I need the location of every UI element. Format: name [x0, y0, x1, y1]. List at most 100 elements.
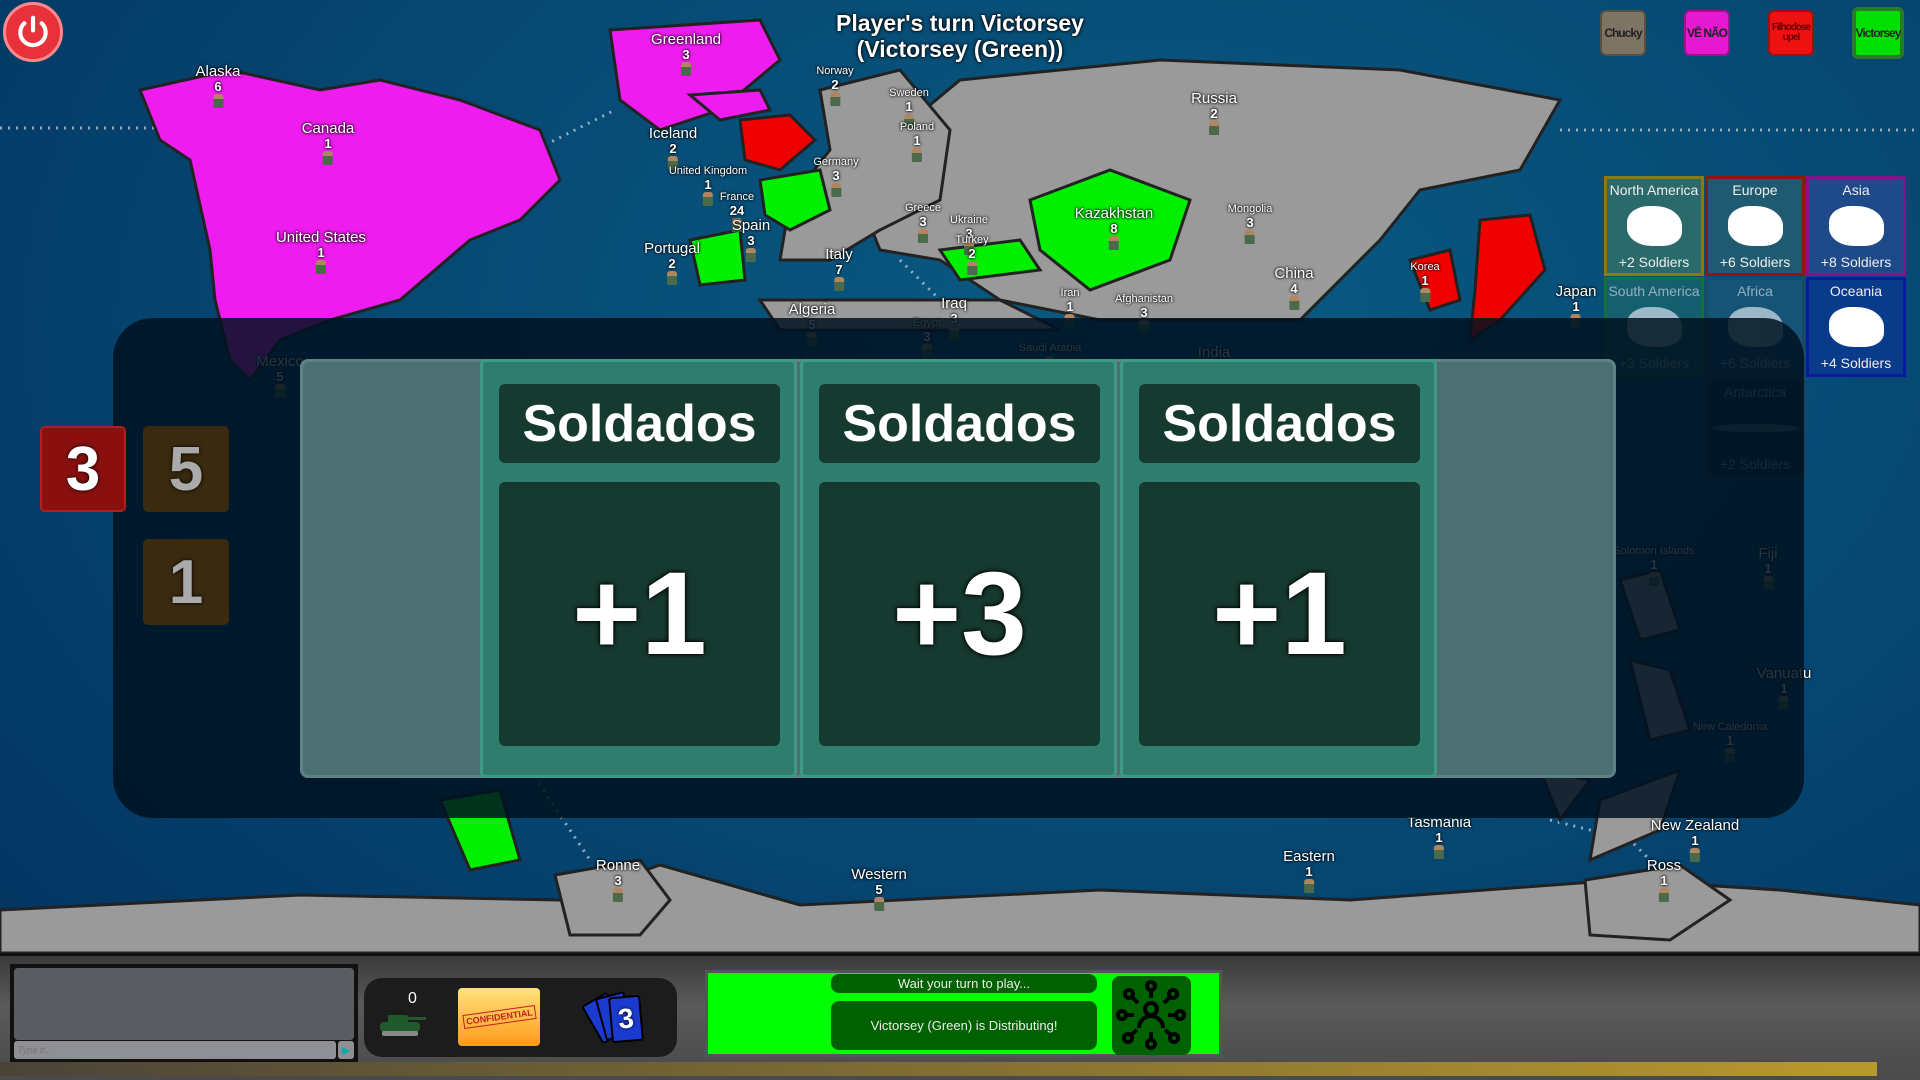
territory[interactable]: Italy 7 [825, 246, 853, 292]
territory[interactable]: Canada 1 [301, 120, 355, 166]
territory[interactable]: China 4 [1274, 265, 1314, 311]
territory-name: Italy [825, 246, 853, 263]
soldier-icon [1108, 236, 1119, 251]
player-button[interactable]: VÊ NÃO [1684, 10, 1730, 56]
territory[interactable]: Portugal 2 [644, 240, 700, 286]
network-button[interactable] [1112, 976, 1191, 1055]
territory[interactable]: Germany 3 [813, 156, 859, 198]
continent-bonus: +8 Soldiers [1820, 254, 1892, 270]
territory-name: Portugal [644, 240, 700, 257]
troop-count: 2 [669, 140, 677, 156]
card-value: +1 [499, 482, 780, 746]
status-panel: Wait your turn to play... Victorsey (Gre… [705, 970, 1222, 1057]
territory[interactable]: Eastern 1 [1283, 848, 1335, 894]
power-icon [18, 15, 48, 48]
troop-count: 3 [747, 232, 755, 248]
territory-name: Western [851, 866, 907, 883]
player-button-active[interactable]: Victorsey [1852, 7, 1904, 59]
soldier-icon [1208, 121, 1219, 136]
territory-name: Greece [904, 202, 942, 214]
soldier-icon [1419, 288, 1430, 303]
status-wait: Wait your turn to play... [831, 974, 1097, 993]
troop-count: 2 [668, 255, 676, 271]
territory-name: Kazakhstan [1074, 205, 1154, 222]
territory-name: Greenland [650, 31, 722, 48]
soldier-icon [703, 192, 713, 207]
territory[interactable]: Greece 3 [904, 202, 942, 244]
cards-icon[interactable]: 3 [581, 990, 646, 1048]
soldier-icon [213, 94, 223, 109]
continent-card: Oceania +4 Soldiers [1806, 277, 1906, 377]
territory-name: Ronne [595, 857, 641, 874]
continent-name: South America [1608, 283, 1700, 299]
card-value: +1 [1139, 482, 1420, 746]
territory[interactable]: Mongolia 3 [1228, 203, 1272, 245]
tank-count: 0 [408, 990, 417, 1007]
territory[interactable]: Alaska 6 [195, 64, 241, 109]
territory[interactable]: Russia 2 [1191, 91, 1237, 136]
troop-count: 3 [919, 213, 927, 229]
soldier-icon [1659, 888, 1669, 903]
territory-name: Algeria [788, 301, 836, 318]
troop-count: 1 [913, 132, 921, 148]
territory[interactable]: Spain 3 [732, 218, 770, 263]
continent-bonus: +4 Soldiers [1820, 355, 1892, 371]
territory[interactable]: United States 1 [276, 230, 366, 275]
send-button[interactable]: ▶ [338, 1041, 354, 1059]
soldier-icon [1244, 230, 1255, 245]
card-label: Soldados [499, 384, 780, 463]
territory-name: France [719, 191, 755, 203]
soldier-icon [833, 277, 844, 292]
territory[interactable]: Norway 2 [816, 65, 854, 107]
soldier-card[interactable]: Soldados +1 [480, 359, 797, 778]
territory[interactable]: New Zealand 1 [1651, 818, 1739, 863]
troop-count: 1 [1305, 863, 1313, 879]
soldier-card[interactable]: Soldados +1 [1120, 359, 1437, 778]
tank-icon[interactable] [378, 1008, 428, 1038]
inventory-tray: 0 CONFIDENTIAL 3 [364, 978, 677, 1057]
power-button[interactable] [3, 2, 63, 62]
soldier-card[interactable]: Soldados +3 [800, 359, 1117, 778]
troop-count: 1 [1435, 829, 1443, 845]
troop-count: 1 [704, 176, 712, 192]
territory-name: Eastern [1283, 848, 1335, 865]
territory-name: China [1274, 265, 1314, 282]
territory[interactable]: Korea 1 [1410, 261, 1440, 303]
troop-count: 2 [831, 76, 839, 92]
troop-count: 1 [324, 135, 332, 151]
territory[interactable]: Ronne 3 [595, 857, 641, 903]
soldier-icon [1689, 848, 1700, 863]
territory-name: Poland [899, 121, 935, 133]
territory[interactable]: Turkey 2 [955, 234, 989, 276]
turn-timer-bar [0, 1062, 1877, 1076]
die: 3 [40, 426, 126, 512]
territory[interactable]: Kazakhstan 8 [1074, 205, 1154, 251]
territory[interactable]: Iceland 2 [649, 126, 697, 171]
troop-count: 1 [1572, 298, 1580, 314]
continent-map-icon [1727, 206, 1783, 246]
troop-count: 2 [968, 245, 976, 261]
player-button[interactable]: Chucky [1600, 10, 1646, 56]
territory[interactable]: Poland 1 [899, 121, 935, 163]
continent-name: Europe [1732, 182, 1778, 198]
chat-input[interactable] [14, 1041, 336, 1059]
card-label: Soldados [1139, 384, 1420, 463]
territory[interactable]: Greenland 3 [650, 31, 722, 77]
soldier-icon [322, 151, 333, 166]
territory[interactable]: Ross 1 [1647, 858, 1681, 903]
folder-icon[interactable]: CONFIDENTIAL [458, 988, 540, 1046]
die: 5 [143, 426, 229, 512]
territory-name: United Kingdom [668, 165, 748, 177]
soldier-icon [1288, 296, 1299, 311]
continent-card: Europe +6 Soldiers [1705, 176, 1805, 276]
soldier-icon [667, 271, 677, 286]
territory-name: Canada [301, 120, 355, 137]
territory[interactable]: Western 5 [851, 866, 907, 912]
player-button[interactable]: Filhodose upel [1768, 10, 1814, 56]
territory-name: Germany [813, 156, 859, 168]
player-list: Chucky VÊ NÃO Filhodose upel Victorsey [1600, 7, 1904, 59]
troop-count: 3 [682, 46, 690, 62]
soldier-icon [967, 261, 977, 276]
troop-count: 3 [614, 872, 622, 888]
territory[interactable]: Tasmania 1 [1407, 815, 1471, 860]
